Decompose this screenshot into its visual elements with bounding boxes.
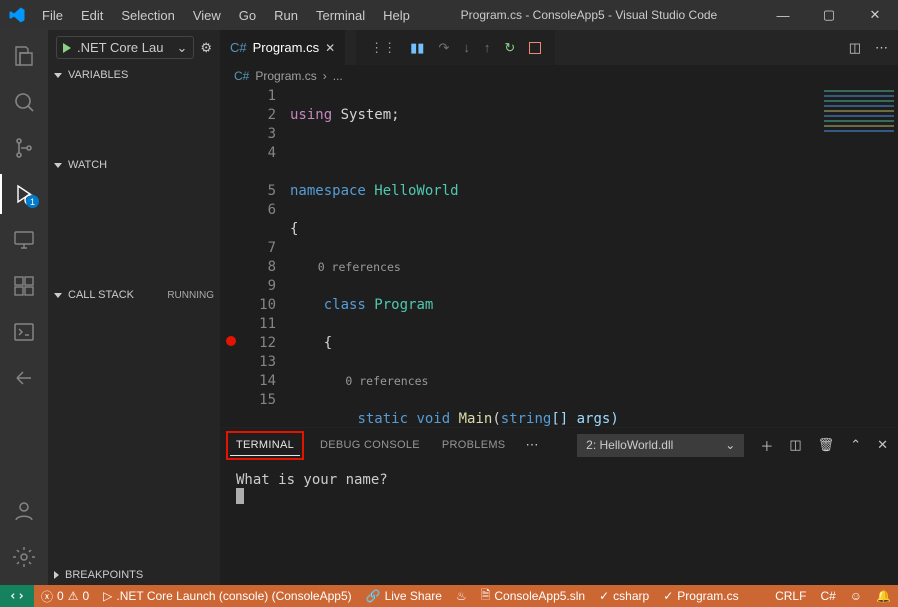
new-terminal-icon[interactable]: ＋ bbox=[760, 436, 773, 455]
debug-controls: ⋮⋮ ▮▮ ↷ ↓ ↑ ↻ bbox=[356, 30, 555, 65]
drag-handle-icon[interactable]: ⋮⋮ bbox=[370, 40, 396, 56]
menu-help[interactable]: Help bbox=[375, 4, 418, 27]
status-liveshare[interactable]: 🔗 Live Share bbox=[359, 585, 449, 607]
extensions-icon[interactable] bbox=[0, 266, 48, 306]
split-editor-icon[interactable]: ◫ bbox=[849, 40, 861, 56]
maximize-button[interactable]: ▢ bbox=[806, 0, 852, 30]
chevron-down-icon: ⌄ bbox=[176, 40, 187, 56]
menu-file[interactable]: File bbox=[34, 4, 71, 27]
section-variables[interactable]: Variables bbox=[48, 65, 220, 85]
status-launch[interactable]: ▷ .NET Core Launch (console) (ConsoleApp… bbox=[96, 585, 358, 607]
close-panel-icon[interactable]: ✕ bbox=[877, 437, 888, 453]
minimize-button[interactable]: ― bbox=[760, 0, 806, 30]
menu-bar: File Edit Selection View Go Run Terminal… bbox=[34, 4, 418, 27]
status-sln[interactable]: 🗎 ConsoleApp5.sln bbox=[474, 585, 592, 607]
menu-terminal[interactable]: Terminal bbox=[308, 4, 373, 27]
line-numbers: 1234 56 789101112131415 bbox=[242, 87, 290, 427]
status-program[interactable]: ✓ Program.cs bbox=[656, 585, 745, 607]
terminal-activity-icon[interactable] bbox=[0, 312, 48, 352]
callstack-state: Running bbox=[167, 290, 214, 301]
step-over-button[interactable]: ↷ bbox=[438, 40, 449, 56]
code-editor[interactable]: 1234 56 789101112131415 using System; na… bbox=[220, 87, 898, 427]
more-actions-icon[interactable]: ⋯ bbox=[875, 40, 888, 56]
tab-problems[interactable]: PROBLEMS bbox=[440, 433, 508, 457]
menu-run[interactable]: Run bbox=[266, 4, 306, 27]
restart-button[interactable]: ↻ bbox=[504, 40, 515, 56]
source-control-icon[interactable] bbox=[0, 128, 48, 168]
debug-toolbar: .NET Core Lau ⌄ ⚙ bbox=[48, 30, 220, 65]
terminal-cursor bbox=[236, 488, 244, 504]
minimap[interactable] bbox=[820, 87, 898, 207]
tab-label: Program.cs bbox=[253, 40, 319, 55]
debug-settings-icon[interactable]: ⚙ bbox=[200, 40, 212, 56]
remote-explorer-icon[interactable] bbox=[0, 220, 48, 260]
account-icon[interactable] bbox=[0, 491, 48, 531]
launch-config-label: .NET Core Lau bbox=[77, 40, 163, 55]
explorer-icon[interactable] bbox=[0, 36, 48, 76]
title-bar: File Edit Selection View Go Run Terminal… bbox=[0, 0, 898, 30]
debug-badge: 1 bbox=[26, 195, 39, 208]
section-watch[interactable]: Watch bbox=[48, 155, 220, 175]
status-bar: ⓧ 0 ⚠ 0 ▷ .NET Core Launch (console) (Co… bbox=[0, 585, 898, 607]
breadcrumbs[interactable]: C# Program.cs › ... bbox=[220, 65, 898, 87]
tab-terminal[interactable]: TERMINAL bbox=[230, 435, 300, 456]
step-out-button[interactable]: ↑ bbox=[484, 40, 491, 55]
close-tab-icon[interactable]: ✕ bbox=[325, 41, 335, 55]
bottom-panel: TERMINAL DEBUG CONSOLE PROBLEMS ⋯ 2: Hel… bbox=[220, 427, 898, 585]
window-title: Program.cs - ConsoleApp5 - Visual Studio… bbox=[418, 8, 760, 22]
terminal-selector[interactable]: 2: HelloWorld.dll⌄ bbox=[577, 434, 744, 457]
status-language[interactable]: C# bbox=[813, 589, 842, 603]
status-feedback-icon[interactable]: ☺ bbox=[843, 589, 869, 603]
status-eol[interactable]: CRLF bbox=[768, 589, 813, 603]
remote-indicator[interactable] bbox=[0, 585, 34, 607]
activity-bar: 1 bbox=[0, 30, 48, 585]
csharp-file-icon: C# bbox=[230, 40, 247, 55]
run-debug-icon[interactable]: 1 bbox=[0, 174, 48, 214]
code-content[interactable]: using System; namespace HelloWorld { 0 r… bbox=[290, 87, 898, 427]
search-icon[interactable] bbox=[0, 82, 48, 122]
share-icon[interactable] bbox=[0, 358, 48, 398]
menu-go[interactable]: Go bbox=[231, 4, 264, 27]
step-into-button[interactable]: ↓ bbox=[463, 40, 470, 55]
split-terminal-icon[interactable]: ◫ bbox=[789, 437, 801, 453]
window-buttons: ― ▢ ✕ bbox=[760, 0, 898, 30]
panel-more-icon[interactable]: ⋯ bbox=[525, 437, 538, 453]
vscode-logo-icon bbox=[0, 6, 34, 24]
debug-sidebar: .NET Core Lau ⌄ ⚙ Variables Watch Call S… bbox=[48, 30, 220, 585]
section-call-stack[interactable]: Call StackRunning bbox=[48, 285, 220, 305]
terminal-output[interactable]: What is your name? bbox=[220, 462, 898, 585]
breakpoint-dot[interactable] bbox=[226, 336, 236, 346]
status-csharp[interactable]: ✓ csharp bbox=[592, 585, 656, 607]
close-window-button[interactable]: ✕ bbox=[852, 0, 898, 30]
settings-gear-icon[interactable] bbox=[0, 537, 48, 577]
section-breakpoints[interactable]: Breakpoints bbox=[48, 565, 220, 585]
tab-program-cs[interactable]: C# Program.cs ✕ bbox=[220, 30, 346, 65]
editor-tabs: C# Program.cs ✕ ⋮⋮ ▮▮ ↷ ↓ ↑ ↻ ◫ ⋯ bbox=[220, 30, 898, 65]
menu-selection[interactable]: Selection bbox=[113, 4, 182, 27]
start-debug-icon[interactable] bbox=[63, 43, 71, 53]
menu-edit[interactable]: Edit bbox=[73, 4, 111, 27]
csharp-file-icon: C# bbox=[234, 69, 249, 83]
chevron-down-icon: ⌄ bbox=[725, 438, 735, 452]
maximize-panel-icon[interactable]: ⌃ bbox=[850, 437, 861, 453]
status-flame-icon[interactable]: ♨ bbox=[449, 585, 474, 607]
kill-terminal-icon[interactable]: 🗑 bbox=[818, 437, 835, 453]
stop-button[interactable] bbox=[529, 42, 541, 54]
tab-debug-console[interactable]: DEBUG CONSOLE bbox=[318, 433, 422, 457]
launch-config-selector[interactable]: .NET Core Lau ⌄ bbox=[56, 36, 194, 59]
pause-button[interactable]: ▮▮ bbox=[410, 40, 424, 56]
status-problems[interactable]: ⓧ 0 ⚠ 0 bbox=[34, 585, 96, 607]
menu-view[interactable]: View bbox=[185, 4, 229, 27]
status-bell-icon[interactable]: 🔔 bbox=[869, 589, 898, 603]
